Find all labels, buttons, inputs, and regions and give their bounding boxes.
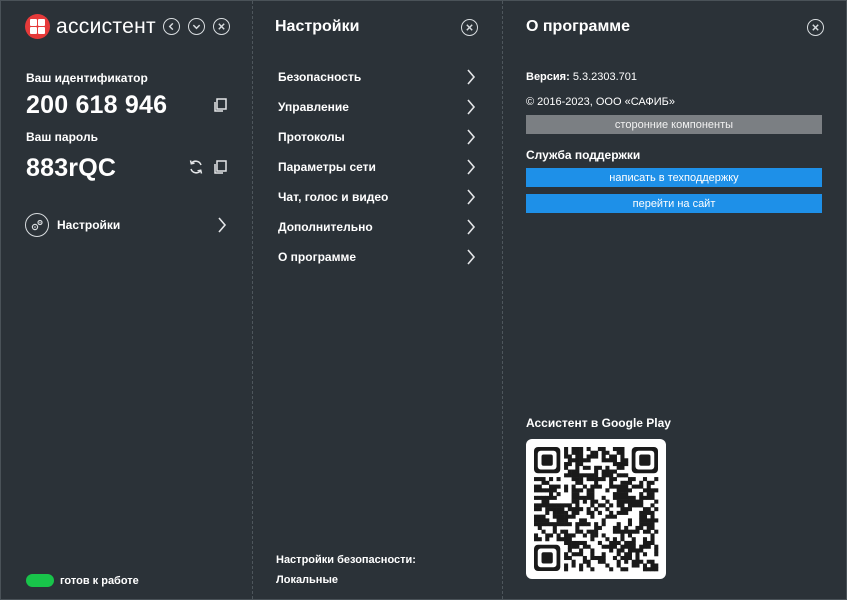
version-value: 5.3.2303.701 [572, 71, 638, 83]
qr-code[interactable] [526, 439, 666, 579]
arrow-left-icon [168, 22, 174, 31]
settings-link[interactable]: Настройки [25, 213, 231, 237]
chevron-right-icon [467, 99, 476, 115]
menu-item-security[interactable]: Безопасность [278, 65, 476, 89]
minimize-button[interactable] [188, 18, 205, 35]
id-label: Ваш идентификатор [26, 71, 148, 85]
chevron-right-icon [467, 129, 476, 145]
security-caption: Настройки безопасности: [276, 554, 416, 566]
password-value: 883rQC [26, 154, 117, 182]
copy-icon [214, 160, 227, 174]
menu-item-network[interactable]: Параметры сети [278, 155, 476, 179]
security-value: Локальные [276, 574, 338, 586]
status-indicator: готов к работе [26, 574, 139, 587]
main-panel: ассистент Ваш идентификатор 200 618 946 … [1, 1, 251, 599]
close-icon [218, 23, 225, 30]
brand-name: ассистент [56, 14, 156, 38]
chevron-right-icon [467, 189, 476, 205]
menu-item-advanced[interactable]: Дополнительно [278, 215, 476, 239]
version-label: Версия: [526, 71, 570, 83]
status-text: готов к работе [60, 574, 139, 587]
back-button[interactable] [163, 18, 180, 35]
menu-item-control[interactable]: Управление [278, 95, 476, 119]
copy-id-button[interactable] [212, 97, 228, 113]
version-line: Версия: 5.3.2303.701 [526, 71, 637, 83]
menu-item-label: О программе [278, 250, 357, 264]
menu-item-chat[interactable]: Чат, голос и видео [278, 185, 476, 209]
settings-link-label: Настройки [57, 218, 121, 232]
support-heading: Служба поддержки [526, 148, 641, 162]
close-button[interactable] [213, 18, 230, 35]
password-label: Ваш пароль [26, 130, 98, 144]
third-party-button[interactable]: сторонние компоненты [526, 115, 822, 134]
menu-item-label: Дополнительно [278, 220, 373, 234]
brand: ассистент [25, 14, 156, 39]
chevron-right-icon [467, 219, 476, 235]
write-support-button[interactable]: написать в техподдержку [526, 168, 822, 187]
google-play-heading: Ассистент в Google Play [526, 416, 671, 430]
chevron-right-icon [467, 249, 476, 265]
qr-code-image [534, 447, 659, 572]
gear-icon [25, 213, 49, 237]
copy-icon [214, 98, 227, 112]
chevron-right-icon [467, 159, 476, 175]
menu-item-label: Протоколы [278, 130, 345, 144]
about-close-button[interactable] [807, 19, 824, 36]
go-to-site-button[interactable]: перейти на сайт [526, 194, 822, 213]
refresh-icon [189, 160, 203, 174]
close-icon [812, 24, 819, 31]
copy-password-button[interactable] [212, 159, 228, 175]
copyright: © 2016-2023, ООО «САФИБ» [526, 96, 675, 108]
menu-item-label: Безопасность [278, 70, 362, 84]
chevron-down-icon [192, 24, 201, 30]
menu-item-protocols[interactable]: Протоколы [278, 125, 476, 149]
settings-close-button[interactable] [461, 19, 478, 36]
menu-item-about[interactable]: О программе [278, 245, 476, 269]
chevron-right-icon [467, 69, 476, 85]
refresh-password-button[interactable] [188, 159, 204, 175]
menu-item-label: Параметры сети [278, 160, 376, 174]
about-title: О программе [526, 18, 631, 35]
settings-panel: Настройки Безопасность Управление Проток… [252, 1, 502, 599]
chevron-right-icon [218, 217, 227, 233]
window-controls [163, 18, 230, 35]
settings-title: Настройки [275, 18, 360, 35]
menu-item-label: Управление [278, 100, 349, 114]
menu-item-label: Чат, голос и видео [278, 190, 389, 204]
app-window: ассистент Ваш идентификатор 200 618 946 … [0, 0, 847, 600]
logo-icon [25, 14, 50, 39]
id-value: 200 618 946 [26, 91, 168, 119]
close-icon [466, 24, 473, 31]
about-panel: О программе Версия: 5.3.2303.701 © 2016-… [503, 1, 846, 599]
status-dot [26, 574, 54, 587]
